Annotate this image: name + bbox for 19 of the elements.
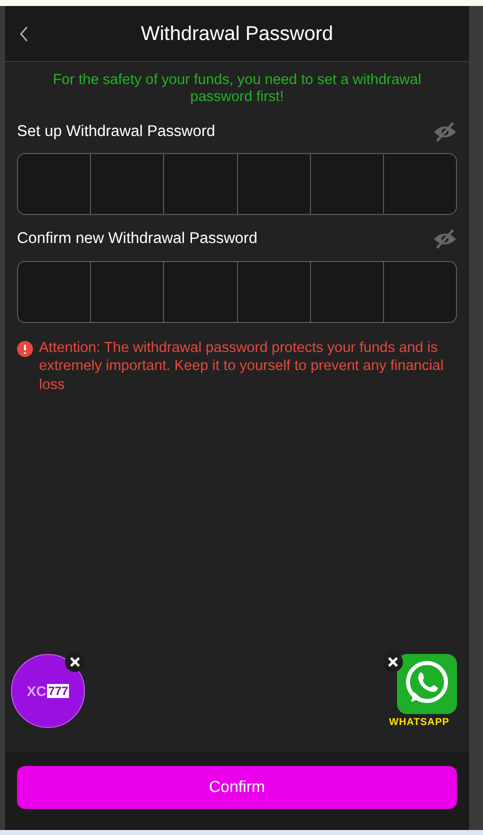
logo-text: XC — [26, 682, 46, 700]
pin-input-field[interactable] — [17, 260, 457, 322]
pin-input-field[interactable] — [17, 153, 457, 216]
logo-digits: 777 — [47, 684, 70, 698]
whatsapp-caption: WHATSAPP — [389, 716, 450, 730]
back-icon[interactable] — [19, 26, 29, 42]
alert-icon — [17, 340, 33, 356]
safety-notice: For the safety of your funds, you need to set a withdrawal password first! — [52, 72, 422, 106]
attention-warning: Attention: The withdrawal password protects your funds and is extremely important. Keep it to yourself to prevent any financial loss — [39, 338, 445, 394]
field-label: Confirm new Withdrawal Password — [17, 229, 258, 250]
page-title: Withdrawal Password — [140, 22, 334, 46]
eye-slash-icon[interactable] — [433, 228, 457, 249]
confirm-button[interactable]: Confirm — [17, 766, 457, 809]
field-label: Set up Withdrawal Password — [17, 122, 216, 142]
chat-phone-icon[interactable] — [397, 654, 457, 714]
close-icon[interactable] — [383, 652, 403, 672]
eye-slash-icon[interactable] — [433, 122, 457, 142]
promo-badge[interactable]: XC 777 — [11, 654, 85, 728]
close-icon[interactable] — [65, 652, 85, 672]
